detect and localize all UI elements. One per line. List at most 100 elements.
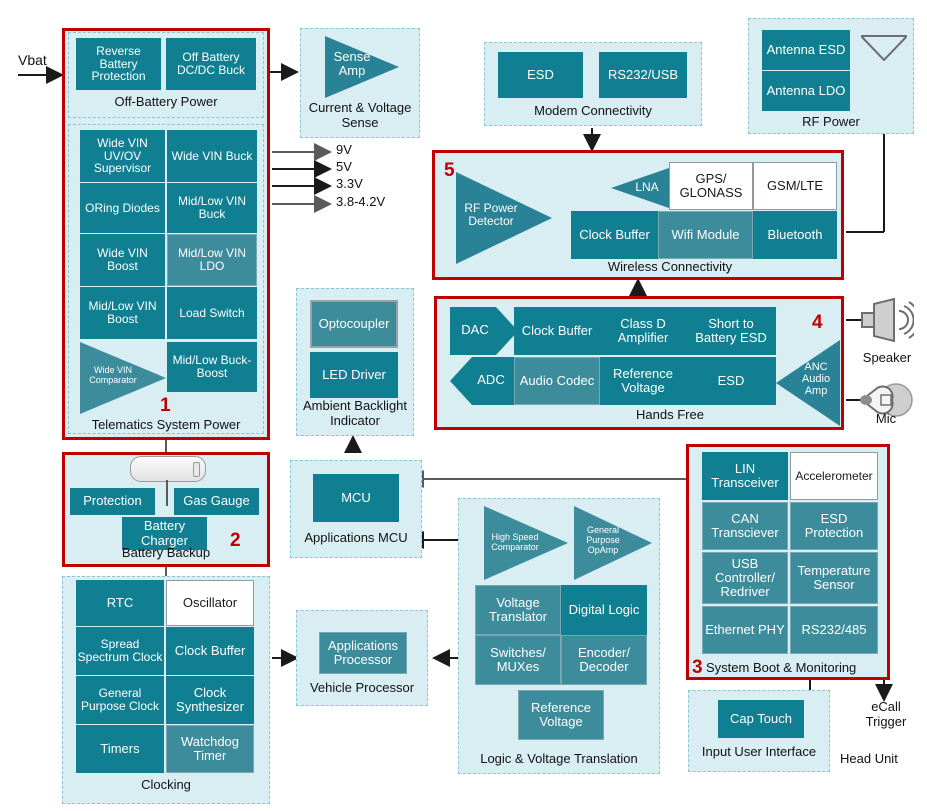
block-mcu[interactable]: MCU [313, 474, 399, 522]
block-rs232-485[interactable]: RS232/485 [790, 606, 878, 654]
speaker-icon [860, 298, 914, 342]
block-usb-controller-redriver[interactable]: USB Controller/ Redriver [702, 552, 788, 604]
amp-general-purpose-opamp-label: General Purpose OpAmp [586, 525, 620, 555]
block-oring-diodes[interactable]: ORing Diodes [80, 183, 165, 233]
ecall-trigger-label: eCall Trigger [865, 699, 907, 729]
block-gsm-lte[interactable]: GSM/LTE [753, 162, 837, 210]
block-class-d-amplifier[interactable]: Class D Amplifier [600, 307, 686, 355]
section-5-number: 5 [444, 160, 455, 181]
input-user-interface-caption: Input User Interface [701, 744, 817, 759]
amp-general-purpose-opamp[interactable]: General Purpose OpAmp [574, 506, 652, 580]
block-mid-low-vin-ldo[interactable]: Mid/Low VIN LDO [167, 234, 257, 286]
block-reference-voltage-handsfree[interactable]: Reference Voltage [600, 357, 686, 405]
rf-power-caption: RF Power [802, 114, 860, 129]
wireless-connectivity-caption: Wireless Connectivity [607, 259, 733, 274]
block-off-battery-dcdc-buck[interactable]: Off Battery DC/DC Buck [166, 38, 256, 90]
block-accelerometer[interactable]: Accelerometer [790, 452, 878, 500]
head-unit-label: Head Unit [840, 751, 898, 766]
block-mid-low-buck-boost[interactable]: Mid/Low Buck-Boost [167, 342, 257, 392]
amp-anc-audio-amp[interactable]: ANC Audio Amp [776, 340, 840, 426]
speaker-label: Speaker [862, 350, 912, 365]
amp-sense-amp[interactable]: Sense Amp [325, 36, 399, 98]
amp-lna[interactable]: LNA [611, 168, 669, 208]
block-ethernet-phy[interactable]: Ethernet PHY [702, 606, 788, 654]
amp-rf-power-detector-label: RF Power Detector [464, 201, 518, 229]
vbat-label: Vbat [18, 52, 47, 68]
amp-wide-vin-comparator[interactable]: Wide VIN Comparator [80, 342, 166, 414]
amp-adc[interactable]: ADC [450, 357, 518, 405]
block-clock-buffer[interactable]: Clock Buffer [166, 627, 254, 675]
amp-dac[interactable]: DAC [450, 307, 518, 355]
vehicle-processor-caption: Vehicle Processor [309, 680, 415, 695]
block-mid-low-vin-buck[interactable]: Mid/Low VIN Buck [167, 183, 257, 233]
block-oscillator[interactable]: Oscillator [166, 580, 254, 626]
block-load-switch[interactable]: Load Switch [167, 287, 257, 339]
logic-voltage-translation-caption: Logic & Voltage Translation [480, 751, 638, 766]
modem-connectivity-caption: Modem Connectivity [534, 103, 652, 118]
block-wide-vin-uv-ov-supervisor[interactable]: Wide VIN UV/OV Supervisor [80, 130, 165, 182]
block-timers[interactable]: Timers [76, 725, 164, 773]
amp-high-speed-comparator-label: High Speed Comparator [491, 532, 539, 552]
block-lin-transceiver[interactable]: LIN Transceiver [702, 452, 788, 500]
block-audio-codec[interactable]: Audio Codec [514, 357, 600, 405]
block-gps-glonass[interactable]: GPS/ GLONASS [669, 162, 753, 210]
ambient-backlight-caption: Ambient Backlight Indicator [302, 398, 408, 428]
amp-sense-amp-label: Sense Amp [333, 49, 371, 79]
block-antenna-esd[interactable]: Antenna ESD [762, 30, 850, 70]
applications-mcu-caption: Applications MCU [304, 530, 408, 545]
block-applications-processor[interactable]: Applications Processor [319, 632, 407, 674]
section-3-number: 3 [692, 657, 703, 678]
block-handsfree-esd[interactable]: ESD [686, 357, 776, 405]
mic-label: Mic [875, 411, 897, 426]
block-cap-touch[interactable]: Cap Touch [718, 700, 804, 738]
amp-rf-power-detector[interactable]: RF Power Detector [456, 172, 552, 264]
block-wide-vin-buck[interactable]: Wide VIN Buck [167, 130, 257, 182]
off-battery-power-caption: Off-Battery Power [114, 94, 218, 109]
block-gas-gauge[interactable]: Gas Gauge [174, 488, 259, 515]
hands-free-caption: Hands Free [636, 407, 704, 422]
block-wireless-clock-buffer[interactable]: Clock Buffer [571, 211, 658, 259]
block-wide-vin-boost[interactable]: Wide VIN Boost [80, 234, 165, 286]
current-voltage-sense-caption: Current & Voltage Sense [308, 100, 412, 130]
amp-adc-label: ADC [477, 372, 505, 387]
block-watchdog-timer[interactable]: Watchdog Timer [166, 725, 254, 773]
block-reverse-battery-protection[interactable]: Reverse Battery Protection [76, 38, 161, 90]
block-clock-synthesizer[interactable]: Clock Synthesizer [166, 676, 254, 724]
block-mid-low-vin-boost[interactable]: Mid/Low VIN Boost [80, 287, 165, 339]
amp-high-speed-comparator[interactable]: High Speed Comparator [484, 506, 568, 580]
block-optocoupler[interactable]: Optocoupler [310, 300, 398, 348]
section-4-number: 4 [812, 312, 823, 333]
block-handsfree-clock-buffer[interactable]: Clock Buffer [514, 307, 600, 355]
block-modem-esd[interactable]: ESD [498, 52, 583, 98]
battery-connector-line [166, 480, 168, 506]
block-temperature-sensor[interactable]: Temperature Sensor [790, 552, 878, 604]
block-switches-muxes[interactable]: Switches/ MUXes [475, 635, 561, 685]
clocking-caption: Clocking [141, 777, 191, 792]
block-esd-protection[interactable]: ESD Protection [790, 502, 878, 550]
block-digital-logic[interactable]: Digital Logic [561, 585, 647, 635]
block-can-transceiver[interactable]: CAN Transciever [702, 502, 788, 550]
rail-label-9v: 9V [336, 142, 352, 157]
amp-dac-label: DAC [461, 322, 489, 337]
block-protection[interactable]: Protection [70, 488, 155, 515]
amp-lna-label: LNA [635, 180, 659, 194]
telematics-system-power-caption: Telematics System Power [91, 417, 241, 432]
block-bluetooth[interactable]: Bluetooth [753, 211, 837, 259]
block-spread-spectrum-clock[interactable]: Spread Spectrum Clock [76, 627, 164, 675]
block-wifi-module[interactable]: Wifi Module [658, 211, 753, 259]
antenna-icon [861, 35, 907, 61]
block-short-to-battery-esd[interactable]: Short to Battery ESD [686, 307, 776, 355]
battery-backup-caption: Battery Backup [121, 545, 211, 560]
block-voltage-translator[interactable]: Voltage Translator [475, 585, 561, 635]
block-rtc[interactable]: RTC [76, 580, 164, 626]
block-reference-voltage-logic[interactable]: Reference Voltage [518, 690, 604, 740]
block-antenna-ldo[interactable]: Antenna LDO [762, 71, 850, 111]
amp-wide-vin-comparator-label: Wide VIN Comparator [89, 365, 137, 385]
block-general-purpose-clock[interactable]: General Purpose Clock [76, 676, 164, 724]
block-encoder-decoder[interactable]: Encoder/ Decoder [561, 635, 647, 685]
block-led-driver[interactable]: LED Driver [310, 352, 398, 398]
system-boot-monitoring-caption: System Boot & Monitoring [706, 660, 857, 675]
amp-anc-audio-amp-label: ANC Audio Amp [801, 361, 831, 398]
battery-cell-icon [130, 456, 206, 482]
block-rs232-usb[interactable]: RS232/USB [599, 52, 687, 98]
